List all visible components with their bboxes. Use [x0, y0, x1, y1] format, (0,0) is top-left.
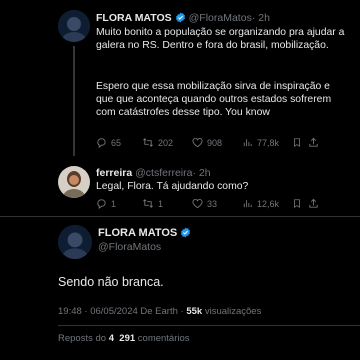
comments-count[interactable]: 291 — [119, 333, 135, 344]
avatar[interactable] — [58, 225, 92, 259]
reply-button[interactable]: 65 — [96, 137, 142, 148]
avatar[interactable] — [58, 166, 90, 198]
avatar[interactable] — [58, 10, 90, 42]
bookmark-button[interactable] — [292, 137, 308, 148]
bookmark-icon — [294, 138, 300, 148]
tweet-actions: 1 1 33 12,6k — [96, 198, 319, 209]
divider — [58, 325, 360, 326]
repost-button[interactable]: 1 — [142, 198, 192, 209]
reposts-count[interactable]: 4 — [109, 333, 114, 344]
verified-badge-icon — [181, 227, 191, 238]
views-count: 12,6k — [257, 198, 280, 209]
tweet-actions: 65 202 908 77,8k — [96, 137, 319, 148]
views-button[interactable]: 77,8k — [242, 137, 292, 148]
reply-count: 1 — [111, 198, 117, 209]
tweet-text: Legal, Flora. Tá ajudando como? — [96, 181, 249, 192]
views-icon — [243, 139, 252, 147]
author-handle[interactable]: @FloraMatos — [98, 241, 161, 253]
tweet-time[interactable]: · 2h — [192, 167, 210, 179]
reply-button[interactable]: 1 — [96, 198, 142, 209]
timestamp[interactable]: 19:48 · 06/05/2024 De Earth · — [58, 306, 186, 317]
tweet-meta: 19:48 · 06/05/2024 De Earth · 55k visual… — [58, 306, 261, 317]
reposts-label: Reposts do — [58, 333, 109, 344]
reply-icon — [97, 138, 106, 148]
like-count: 908 — [207, 137, 223, 148]
repost-button[interactable]: 202 — [142, 137, 192, 148]
repost-count: 1 — [158, 198, 164, 209]
reply-icon — [97, 199, 106, 209]
like-count: 33 — [207, 198, 218, 209]
bookmark-icon — [294, 199, 300, 209]
share-button[interactable] — [308, 198, 319, 209]
tweet-text-2: Espero que essa mobilização sirva de ins… — [96, 81, 332, 118]
repost-icon — [143, 138, 153, 147]
heart-icon — [192, 137, 203, 148]
tweet-header: FLORA MATOS — [98, 227, 194, 239]
like-button[interactable]: 908 — [192, 137, 242, 148]
tweet-text: Muito bonito a população se organizando … — [96, 27, 345, 51]
author-handle[interactable]: @FloraMatos — [189, 12, 252, 24]
views-count: 55k — [186, 306, 203, 317]
views-label: visualizações — [202, 306, 262, 317]
bookmark-button[interactable] — [292, 198, 308, 209]
author-name[interactable]: FLORA MATOS — [96, 12, 172, 24]
tweet-header: FLORA MATOS @FloraMatos· 2h — [96, 12, 270, 24]
author-name[interactable]: ferreira — [96, 167, 132, 179]
divider — [0, 216, 360, 217]
tweet-stats: Reposts do 4 291 comentários — [58, 333, 190, 344]
tweet-time[interactable]: · 2h — [252, 12, 270, 24]
heart-icon — [192, 198, 203, 209]
tweet-text: Sendo não branca. — [58, 275, 164, 289]
views-count: 77,8k — [257, 137, 280, 148]
tweet-header: ferreira @ctsferreira· 2h — [96, 167, 211, 179]
reply-count: 65 — [111, 137, 122, 148]
author-name[interactable]: FLORA MATOS — [98, 227, 177, 239]
views-button[interactable]: 12,6k — [242, 198, 292, 209]
repost-icon — [143, 199, 153, 208]
share-icon — [309, 198, 318, 208]
like-button[interactable]: 33 — [192, 198, 242, 209]
share-button[interactable] — [308, 137, 319, 148]
repost-count: 202 — [158, 137, 174, 148]
verified-badge-icon — [175, 12, 185, 23]
share-icon — [309, 137, 318, 147]
author-handle[interactable]: @ctsferreira — [135, 167, 192, 179]
views-icon — [243, 200, 252, 208]
comments-label: comentários — [135, 333, 190, 344]
thread-line — [73, 46, 75, 156]
